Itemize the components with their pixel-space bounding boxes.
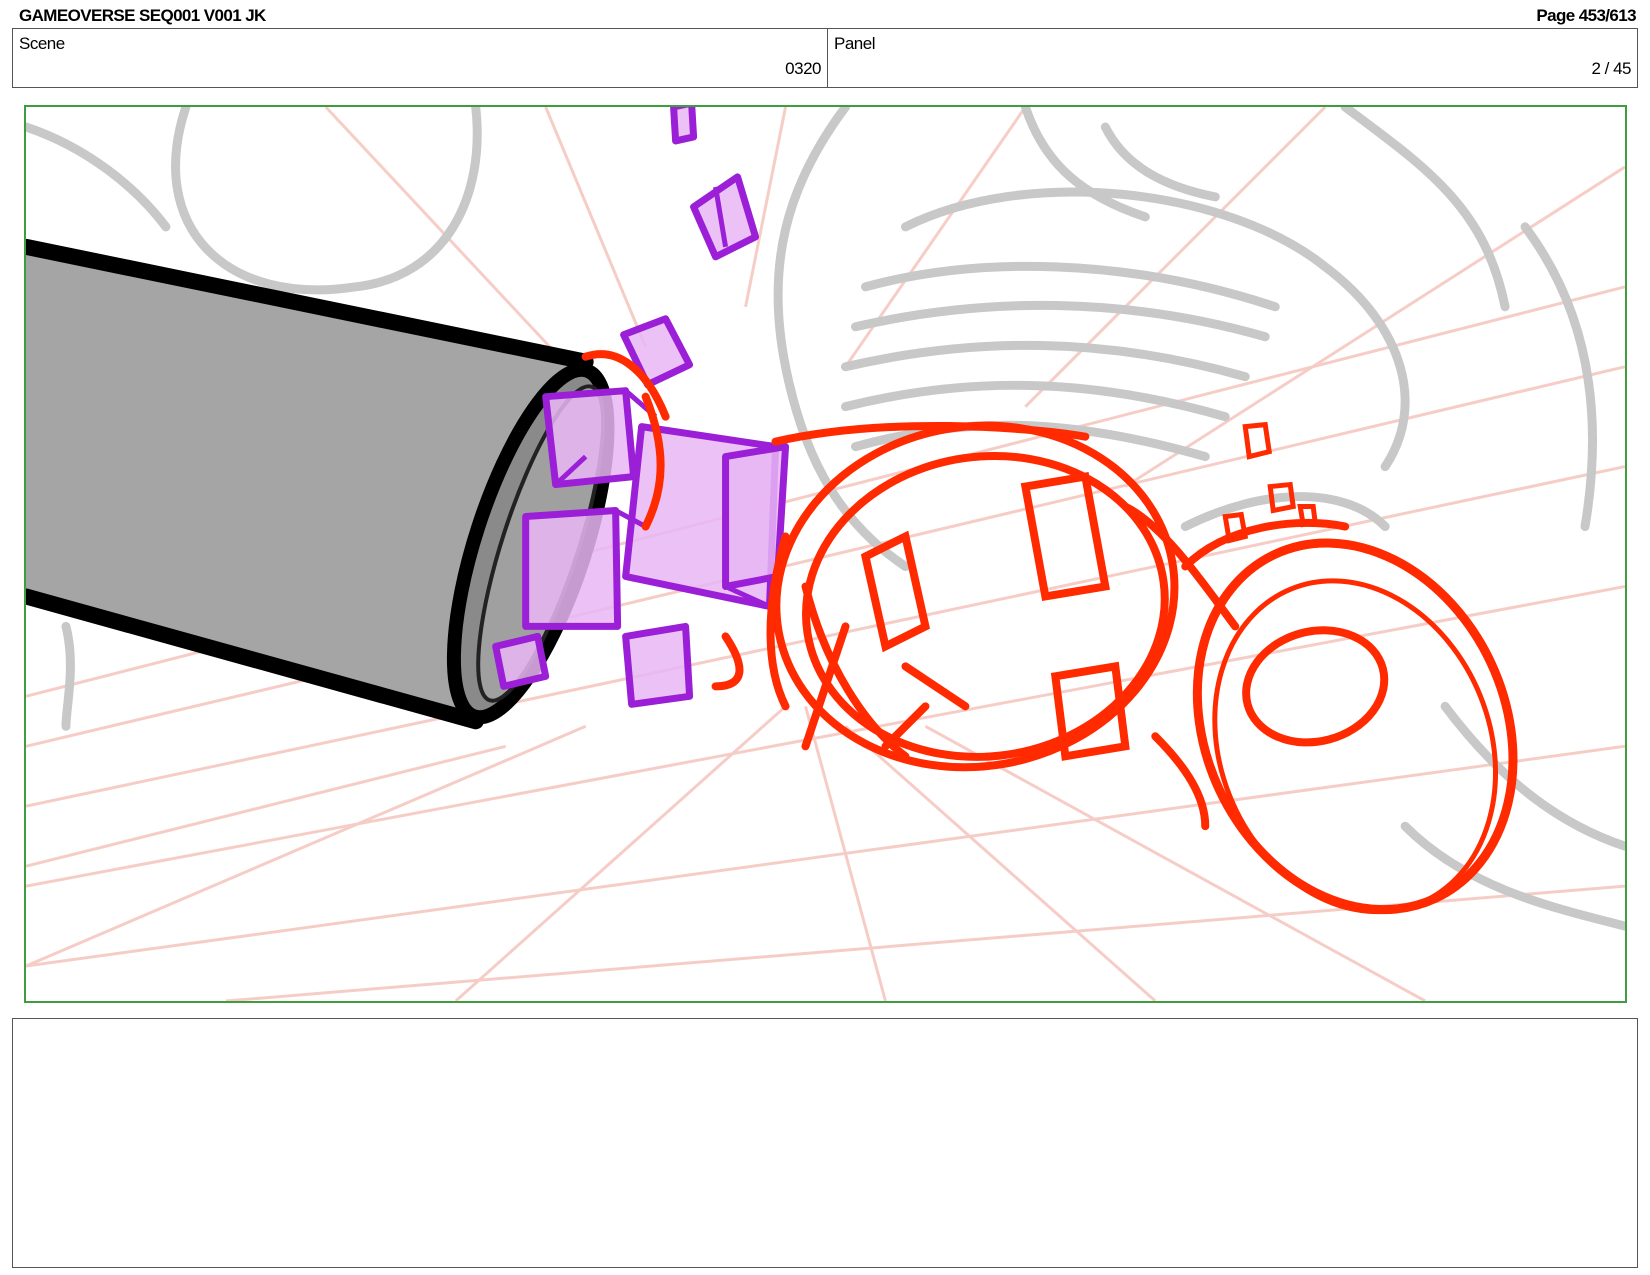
page-number: Page 453/613 (1536, 6, 1636, 25)
storyboard-frame (24, 105, 1627, 1003)
cylinder-object (26, 238, 615, 730)
panel-cell: Panel 2 / 45 (828, 29, 1637, 87)
document-title: GAMEOVERSE SEQ001 V001 JK (19, 6, 266, 25)
panel-number: 2 / 45 (1591, 59, 1631, 78)
scene-label: Scene (19, 34, 65, 53)
scene-cell: Scene 0320 (13, 29, 828, 87)
notes-box (12, 1018, 1638, 1268)
scene-panel-info: Scene 0320 Panel 2 / 45 (12, 28, 1638, 88)
storyboard-sketch (26, 107, 1625, 1001)
panel-label: Panel (834, 34, 875, 53)
scene-number: 0320 (785, 59, 821, 78)
